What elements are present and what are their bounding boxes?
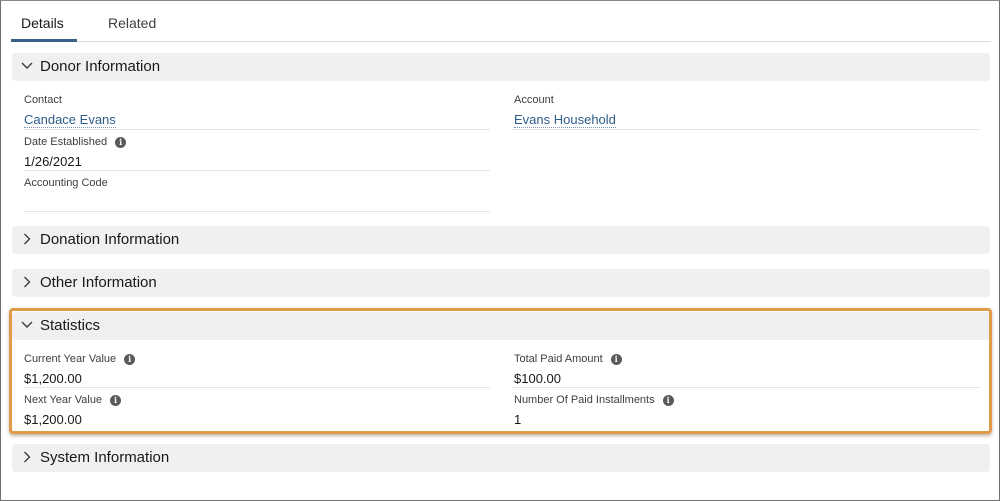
field-label: Number Of Paid Installments — [514, 394, 655, 406]
info-icon[interactable]: i — [610, 353, 622, 365]
chevron-right-icon — [20, 232, 34, 246]
section-header-donation-information[interactable]: Donation Information — [12, 226, 990, 254]
section-header-statistics[interactable]: Statistics — [12, 312, 990, 340]
field-value: $1,200.00 — [24, 412, 82, 427]
section-title: Donor Information — [40, 58, 161, 75]
record-detail-panel: Details Related Donor Information Contac… — [0, 0, 1000, 501]
section-title: Donation Information — [40, 231, 180, 248]
field-label: Account — [514, 94, 554, 106]
field-value: $1,200.00 — [24, 371, 82, 386]
field-account: Account Evans Household — [514, 93, 616, 129]
field-label: Contact — [24, 94, 62, 106]
field-next-year-value: Next Year Value i $1,200.00 — [24, 393, 122, 428]
tab-related[interactable]: Related — [108, 15, 156, 31]
field-date-established: Date Established i 1/26/2021 — [24, 135, 127, 170]
chevron-down-icon — [20, 318, 34, 332]
chevron-right-icon — [20, 450, 34, 464]
field-accounting-code: Accounting Code — [24, 176, 108, 211]
divider — [24, 211, 490, 212]
divider — [24, 129, 490, 130]
divider — [24, 170, 490, 171]
field-label: Next Year Value — [24, 394, 103, 406]
field-label: Date Established — [24, 136, 108, 148]
field-current-year-value: Current Year Value i $1,200.00 — [24, 352, 136, 387]
chevron-down-icon — [20, 59, 34, 73]
section-header-other-information[interactable]: Other Information — [12, 269, 990, 297]
info-icon[interactable]: i — [124, 353, 136, 365]
contact-link[interactable]: Candace Evans — [24, 112, 116, 128]
field-label: Current Year Value — [24, 353, 117, 365]
field-number-of-paid-installments: Number Of Paid Installments i 1 — [514, 393, 674, 428]
field-value — [24, 195, 108, 211]
section-header-system-information[interactable]: System Information — [12, 444, 990, 472]
active-tab-indicator — [11, 39, 77, 42]
section-header-donor-information[interactable]: Donor Information — [12, 53, 990, 81]
field-label: Accounting Code — [24, 177, 108, 189]
tab-bar: Details Related — [11, 1, 991, 42]
divider — [512, 129, 980, 130]
section-title: Other Information — [40, 274, 157, 291]
info-icon[interactable]: i — [110, 394, 122, 406]
field-value: 1 — [514, 412, 522, 427]
tab-details[interactable]: Details — [21, 15, 64, 31]
field-total-paid-amount: Total Paid Amount i $100.00 — [514, 352, 622, 387]
field-value: 1/26/2021 — [24, 154, 82, 169]
field-value: $100.00 — [514, 371, 561, 386]
section-title: Statistics — [40, 317, 101, 334]
info-icon[interactable]: i — [662, 394, 674, 406]
divider — [24, 387, 490, 388]
field-contact: Contact Candace Evans — [24, 93, 116, 129]
field-label: Total Paid Amount — [514, 353, 603, 365]
account-link[interactable]: Evans Household — [514, 112, 616, 128]
chevron-right-icon — [20, 275, 34, 289]
info-icon[interactable]: i — [115, 136, 127, 148]
divider — [512, 387, 980, 388]
section-title: System Information — [40, 449, 170, 466]
